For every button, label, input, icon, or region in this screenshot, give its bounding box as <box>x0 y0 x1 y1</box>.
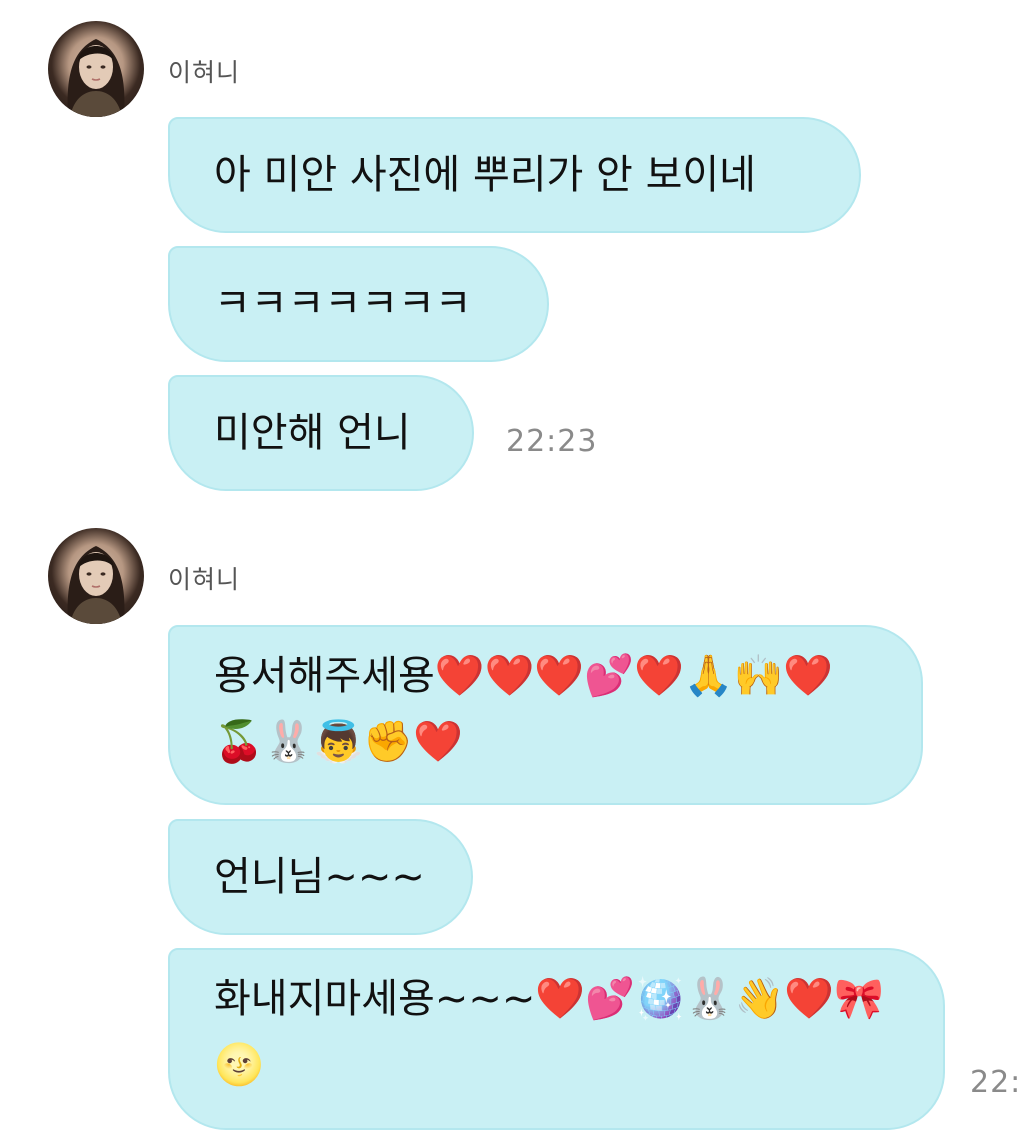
sender-name: 이혀니 <box>168 58 241 87</box>
message-bubble[interactable]: 화내지마세용~~~❤️💕🪩🐰👋❤️🎀🌝 <box>168 948 945 1130</box>
sender-name: 이혀니 <box>168 565 241 594</box>
message-bubble[interactable]: ㅋㅋㅋㅋㅋㅋㅋ <box>168 246 549 362</box>
avatar[interactable] <box>48 21 144 117</box>
message-bubble[interactable]: 미안해 언니 <box>168 375 474 491</box>
avatar-photo-icon <box>67 39 125 117</box>
message-timestamp: 22:23 <box>506 424 598 459</box>
message-timestamp: 22:2 <box>970 1065 1018 1100</box>
message-bubble[interactable]: 아 미안 사진에 뿌리가 안 보이네 <box>168 117 861 233</box>
avatar[interactable] <box>48 528 144 624</box>
message-bubble[interactable]: 언니님~~~ <box>168 819 473 935</box>
message-bubble[interactable]: 용서해주세용❤️❤️❤️💕❤️🙏🙌❤️🍒🐰👼✊❤️ <box>168 625 923 805</box>
avatar-photo-icon <box>67 546 125 624</box>
